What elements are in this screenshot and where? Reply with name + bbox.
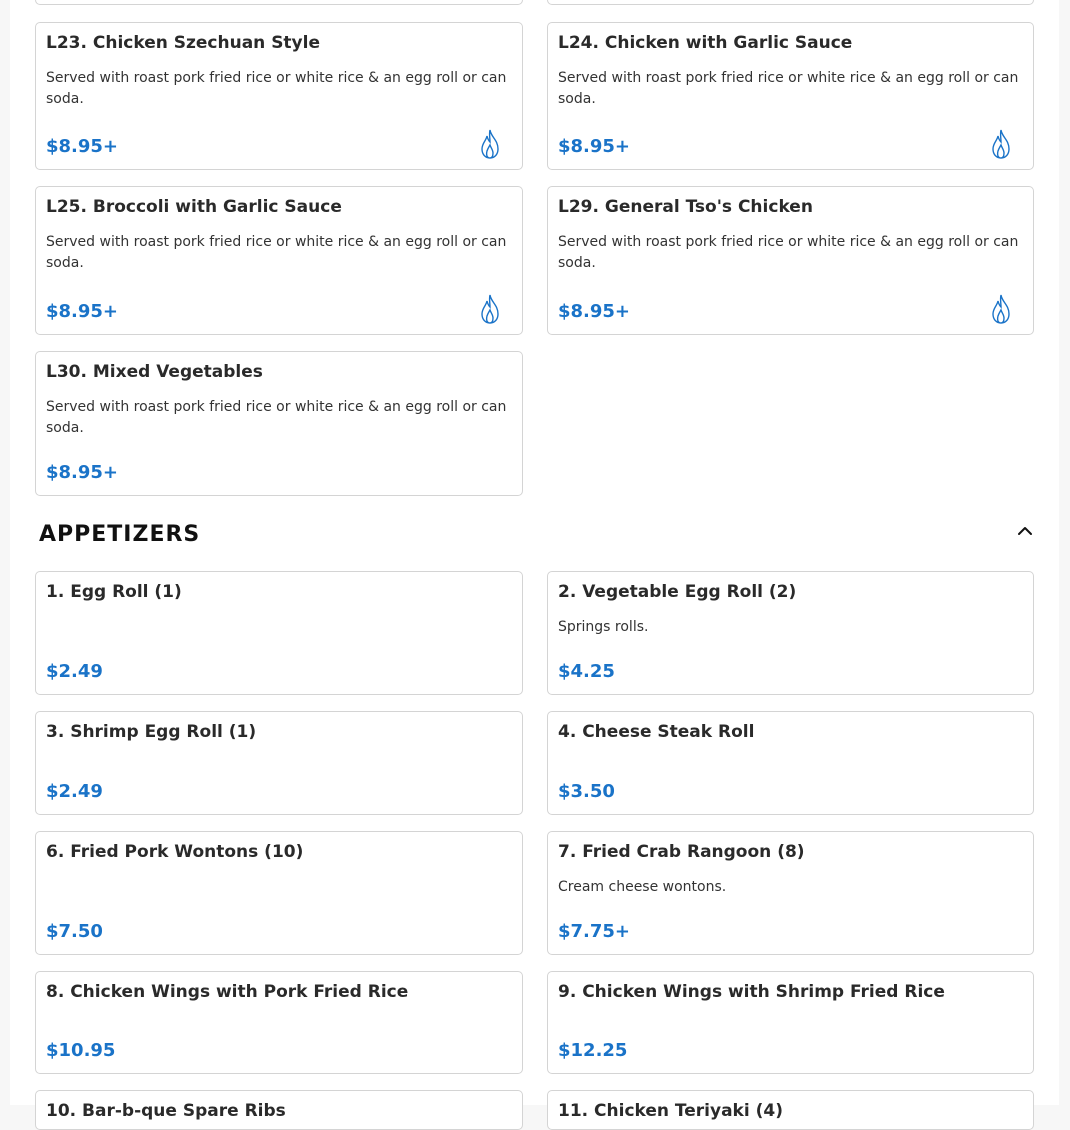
menu-item-price: $2.49 [46,781,103,802]
menu-item-card[interactable]: 6. Fried Pork Wontons (10) $7.50 [35,831,523,955]
menu-item-title: 6. Fried Pork Wontons (10) [46,842,304,862]
spicy-flame-icon [481,129,499,159]
menu-item-description: Springs rolls. [558,619,649,635]
spicy-flame-icon [481,294,499,324]
menu-item-title: 8. Chicken Wings with Pork Fried Rice [46,982,409,1002]
menu-item-price: $12.25 [558,1040,628,1061]
menu-item-description: Served with roast pork fried rice or whi… [46,70,507,107]
menu-item-card-cut-top-left[interactable] [35,0,523,5]
menu-item-card[interactable]: 4. Cheese Steak Roll $3.50 [547,711,1034,815]
menu-item-card[interactable]: L23. Chicken Szechuan Style Served with … [35,22,523,170]
menu-item-card-cut-top-right[interactable] [547,0,1034,5]
menu-item-title: 1. Egg Roll (1) [46,582,182,602]
menu-item-price: $2.49 [46,661,103,682]
menu-item-card[interactable]: L29. General Tso's Chicken Served with r… [547,186,1034,335]
menu-item-card[interactable]: 10. Bar-b-que Spare Ribs [35,1090,523,1130]
menu-item-title: 10. Bar-b-que Spare Ribs [46,1101,286,1121]
menu-item-card[interactable]: 1. Egg Roll (1) $2.49 [35,571,523,695]
menu-item-title: 9. Chicken Wings with Shrimp Fried Rice [558,982,945,1002]
menu-item-title: L25. Broccoli with Garlic Sauce [46,197,342,217]
menu-item-card[interactable]: L30. Mixed Vegetables Served with roast … [35,351,523,496]
menu-item-price: $7.50 [46,921,103,942]
menu-item-price: $8.95+ [46,462,119,483]
menu-page: L23. Chicken Szechuan Style Served with … [10,0,1059,1130]
menu-item-card[interactable]: 7. Fried Crab Rangoon (8) Cream cheese w… [547,831,1034,955]
menu-item-card[interactable]: 2. Vegetable Egg Roll (2) Springs rolls.… [547,571,1034,695]
menu-item-title: 11. Chicken Teriyaki (4) [558,1101,783,1121]
menu-item-card[interactable]: 11. Chicken Teriyaki (4) [547,1090,1034,1130]
menu-item-description: Served with roast pork fried rice or whi… [558,234,1019,271]
menu-item-card[interactable]: L24. Chicken with Garlic Sauce Served wi… [547,22,1034,170]
chevron-up-icon[interactable] [1014,520,1036,542]
menu-item-price: $8.95+ [558,301,631,322]
menu-item-price: $4.25 [558,661,615,682]
menu-item-card[interactable]: 9. Chicken Wings with Shrimp Fried Rice … [547,971,1034,1074]
menu-item-price: $3.50 [558,781,615,802]
menu-item-title: L24. Chicken with Garlic Sauce [558,33,853,53]
section-title: APPETIZERS [39,522,201,547]
menu-item-price: $8.95+ [558,136,631,157]
menu-item-description: Served with roast pork fried rice or whi… [46,234,507,271]
menu-item-title: L30. Mixed Vegetables [46,362,263,382]
menu-item-card[interactable]: 3. Shrimp Egg Roll (1) $2.49 [35,711,523,815]
menu-item-title: 7. Fried Crab Rangoon (8) [558,842,805,862]
menu-item-title: 2. Vegetable Egg Roll (2) [558,582,797,602]
menu-item-description: Served with roast pork fried rice or whi… [46,399,507,436]
menu-item-title: 3. Shrimp Egg Roll (1) [46,722,257,742]
spicy-flame-icon [992,294,1010,324]
menu-item-price: $10.95 [46,1040,116,1061]
menu-item-price: $8.95+ [46,136,119,157]
menu-item-title: L23. Chicken Szechuan Style [46,33,321,53]
menu-item-price: $7.75+ [558,921,631,942]
menu-item-card[interactable]: 8. Chicken Wings with Pork Fried Rice $1… [35,971,523,1074]
menu-item-title: L29. General Tso's Chicken [558,197,813,217]
menu-item-card[interactable]: L25. Broccoli with Garlic Sauce Served w… [35,186,523,335]
menu-item-price: $8.95+ [46,301,119,322]
spicy-flame-icon [992,129,1010,159]
menu-item-description: Cream cheese wontons. [558,879,727,895]
menu-item-description: Served with roast pork fried rice or whi… [558,70,1019,107]
menu-item-title: 4. Cheese Steak Roll [558,722,755,742]
